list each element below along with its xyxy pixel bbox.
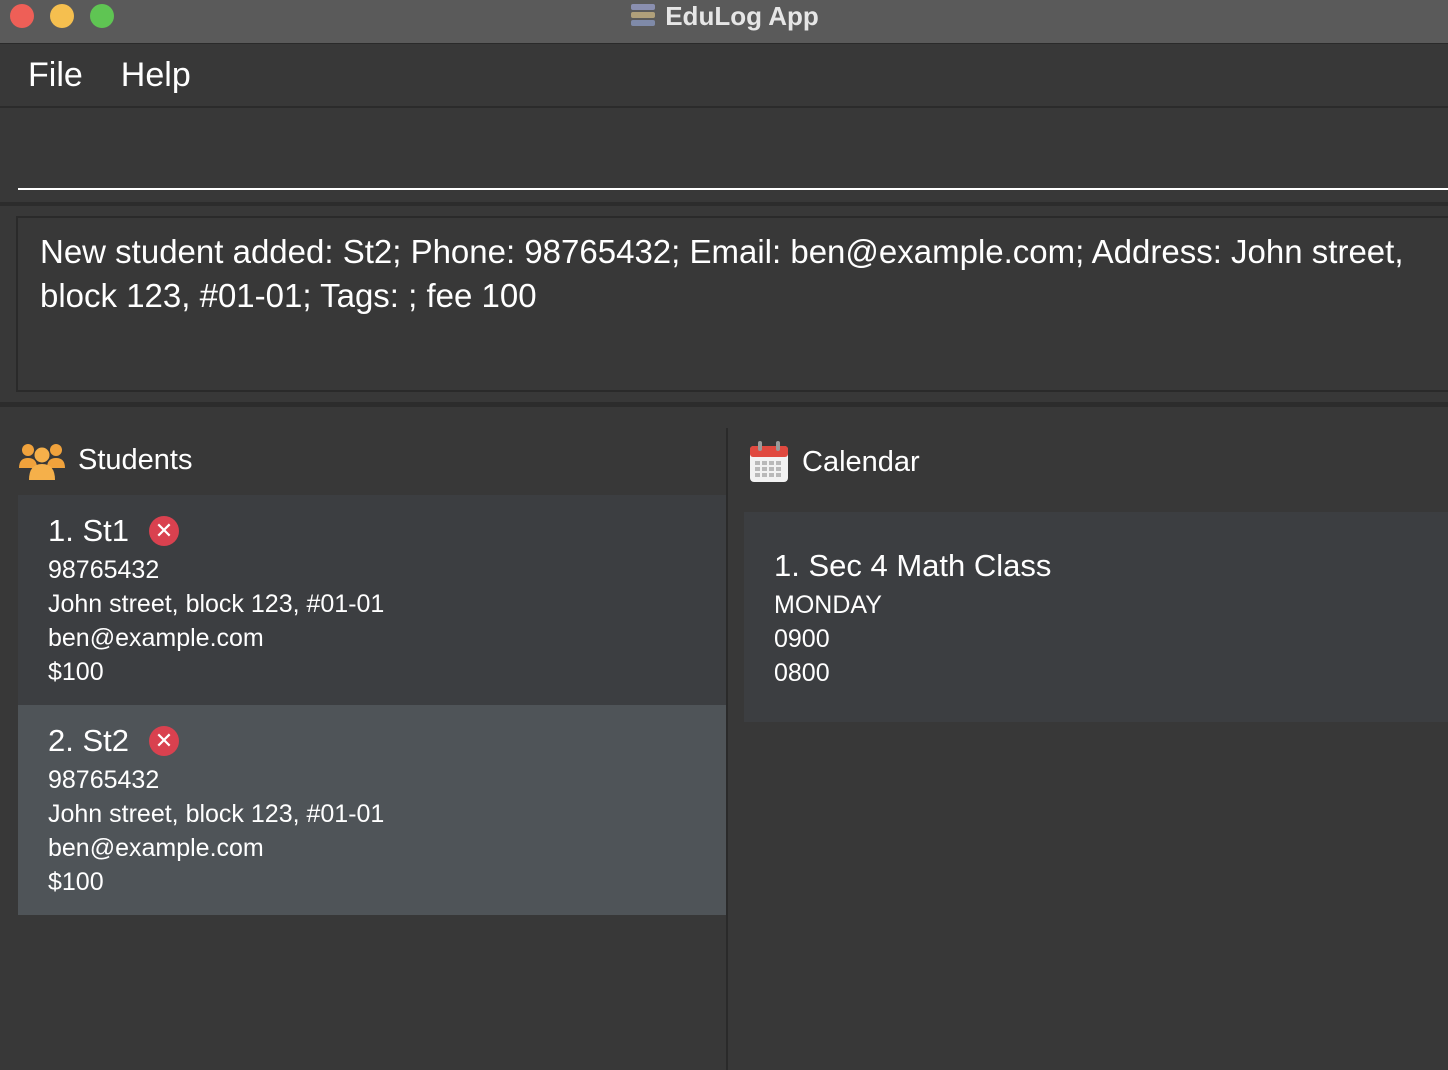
student-email: ben@example.com [48, 624, 264, 652]
student-name: 1. St1 [48, 513, 129, 548]
app-books-icon [629, 2, 657, 30]
students-panel-header: Students [18, 440, 192, 480]
divider [0, 202, 1448, 206]
student-card-selected[interactable]: 2. St2 ✕ 98765432 John street, block 123… [18, 705, 726, 915]
calendar-event-card[interactable]: 1. Sec 4 Math Class MONDAY 0900 0800 [744, 512, 1448, 722]
student-address: John street, block 123, #01-01 [48, 590, 385, 618]
users-icon [19, 444, 65, 480]
student-phone: 98765432 [48, 766, 160, 794]
event-end-time: 0800 [774, 659, 830, 687]
divider [0, 402, 1448, 407]
result-display: New student added: St2; Phone: 98765432;… [16, 216, 1448, 392]
calendar-icon [750, 441, 788, 482]
menu-bar: File Help [0, 44, 1448, 108]
event-title: 1. Sec 4 Math Class [774, 548, 1052, 583]
command-input[interactable] [18, 110, 1448, 190]
student-card[interactable]: 1. St1 ✕ 98765432 John street, block 123… [18, 495, 726, 705]
menu-help[interactable]: Help [121, 56, 191, 95]
calendar-title: Calendar [802, 445, 920, 478]
event-day: MONDAY [774, 591, 882, 619]
calendar-panel-header: Calendar [748, 440, 920, 484]
student-phone: 98765432 [48, 556, 160, 584]
title-bar: EduLog App [0, 0, 1448, 44]
student-list: 1. St1 ✕ 98765432 John street, block 123… [18, 495, 726, 915]
window-title-group: EduLog App [0, 0, 1448, 32]
calendar-list: 1. Sec 4 Math Class MONDAY 0900 0800 [744, 512, 1448, 722]
event-start-time: 0900 [774, 625, 830, 653]
student-fee: $100 [48, 868, 104, 896]
panel-divider[interactable] [726, 428, 728, 1070]
student-email: ben@example.com [48, 834, 264, 862]
menu-file[interactable]: File [28, 56, 83, 95]
student-name: 2. St2 [48, 723, 129, 758]
command-box [0, 110, 1448, 204]
delete-icon[interactable]: ✕ [149, 726, 179, 756]
students-title: Students [78, 443, 193, 476]
delete-icon[interactable]: ✕ [149, 516, 179, 546]
window-title: EduLog App [665, 0, 819, 31]
student-fee: $100 [48, 658, 104, 686]
student-card-header: 1. St1 ✕ [48, 509, 696, 553]
student-address: John street, block 123, #01-01 [48, 800, 385, 828]
student-card-header: 2. St2 ✕ [48, 719, 696, 763]
